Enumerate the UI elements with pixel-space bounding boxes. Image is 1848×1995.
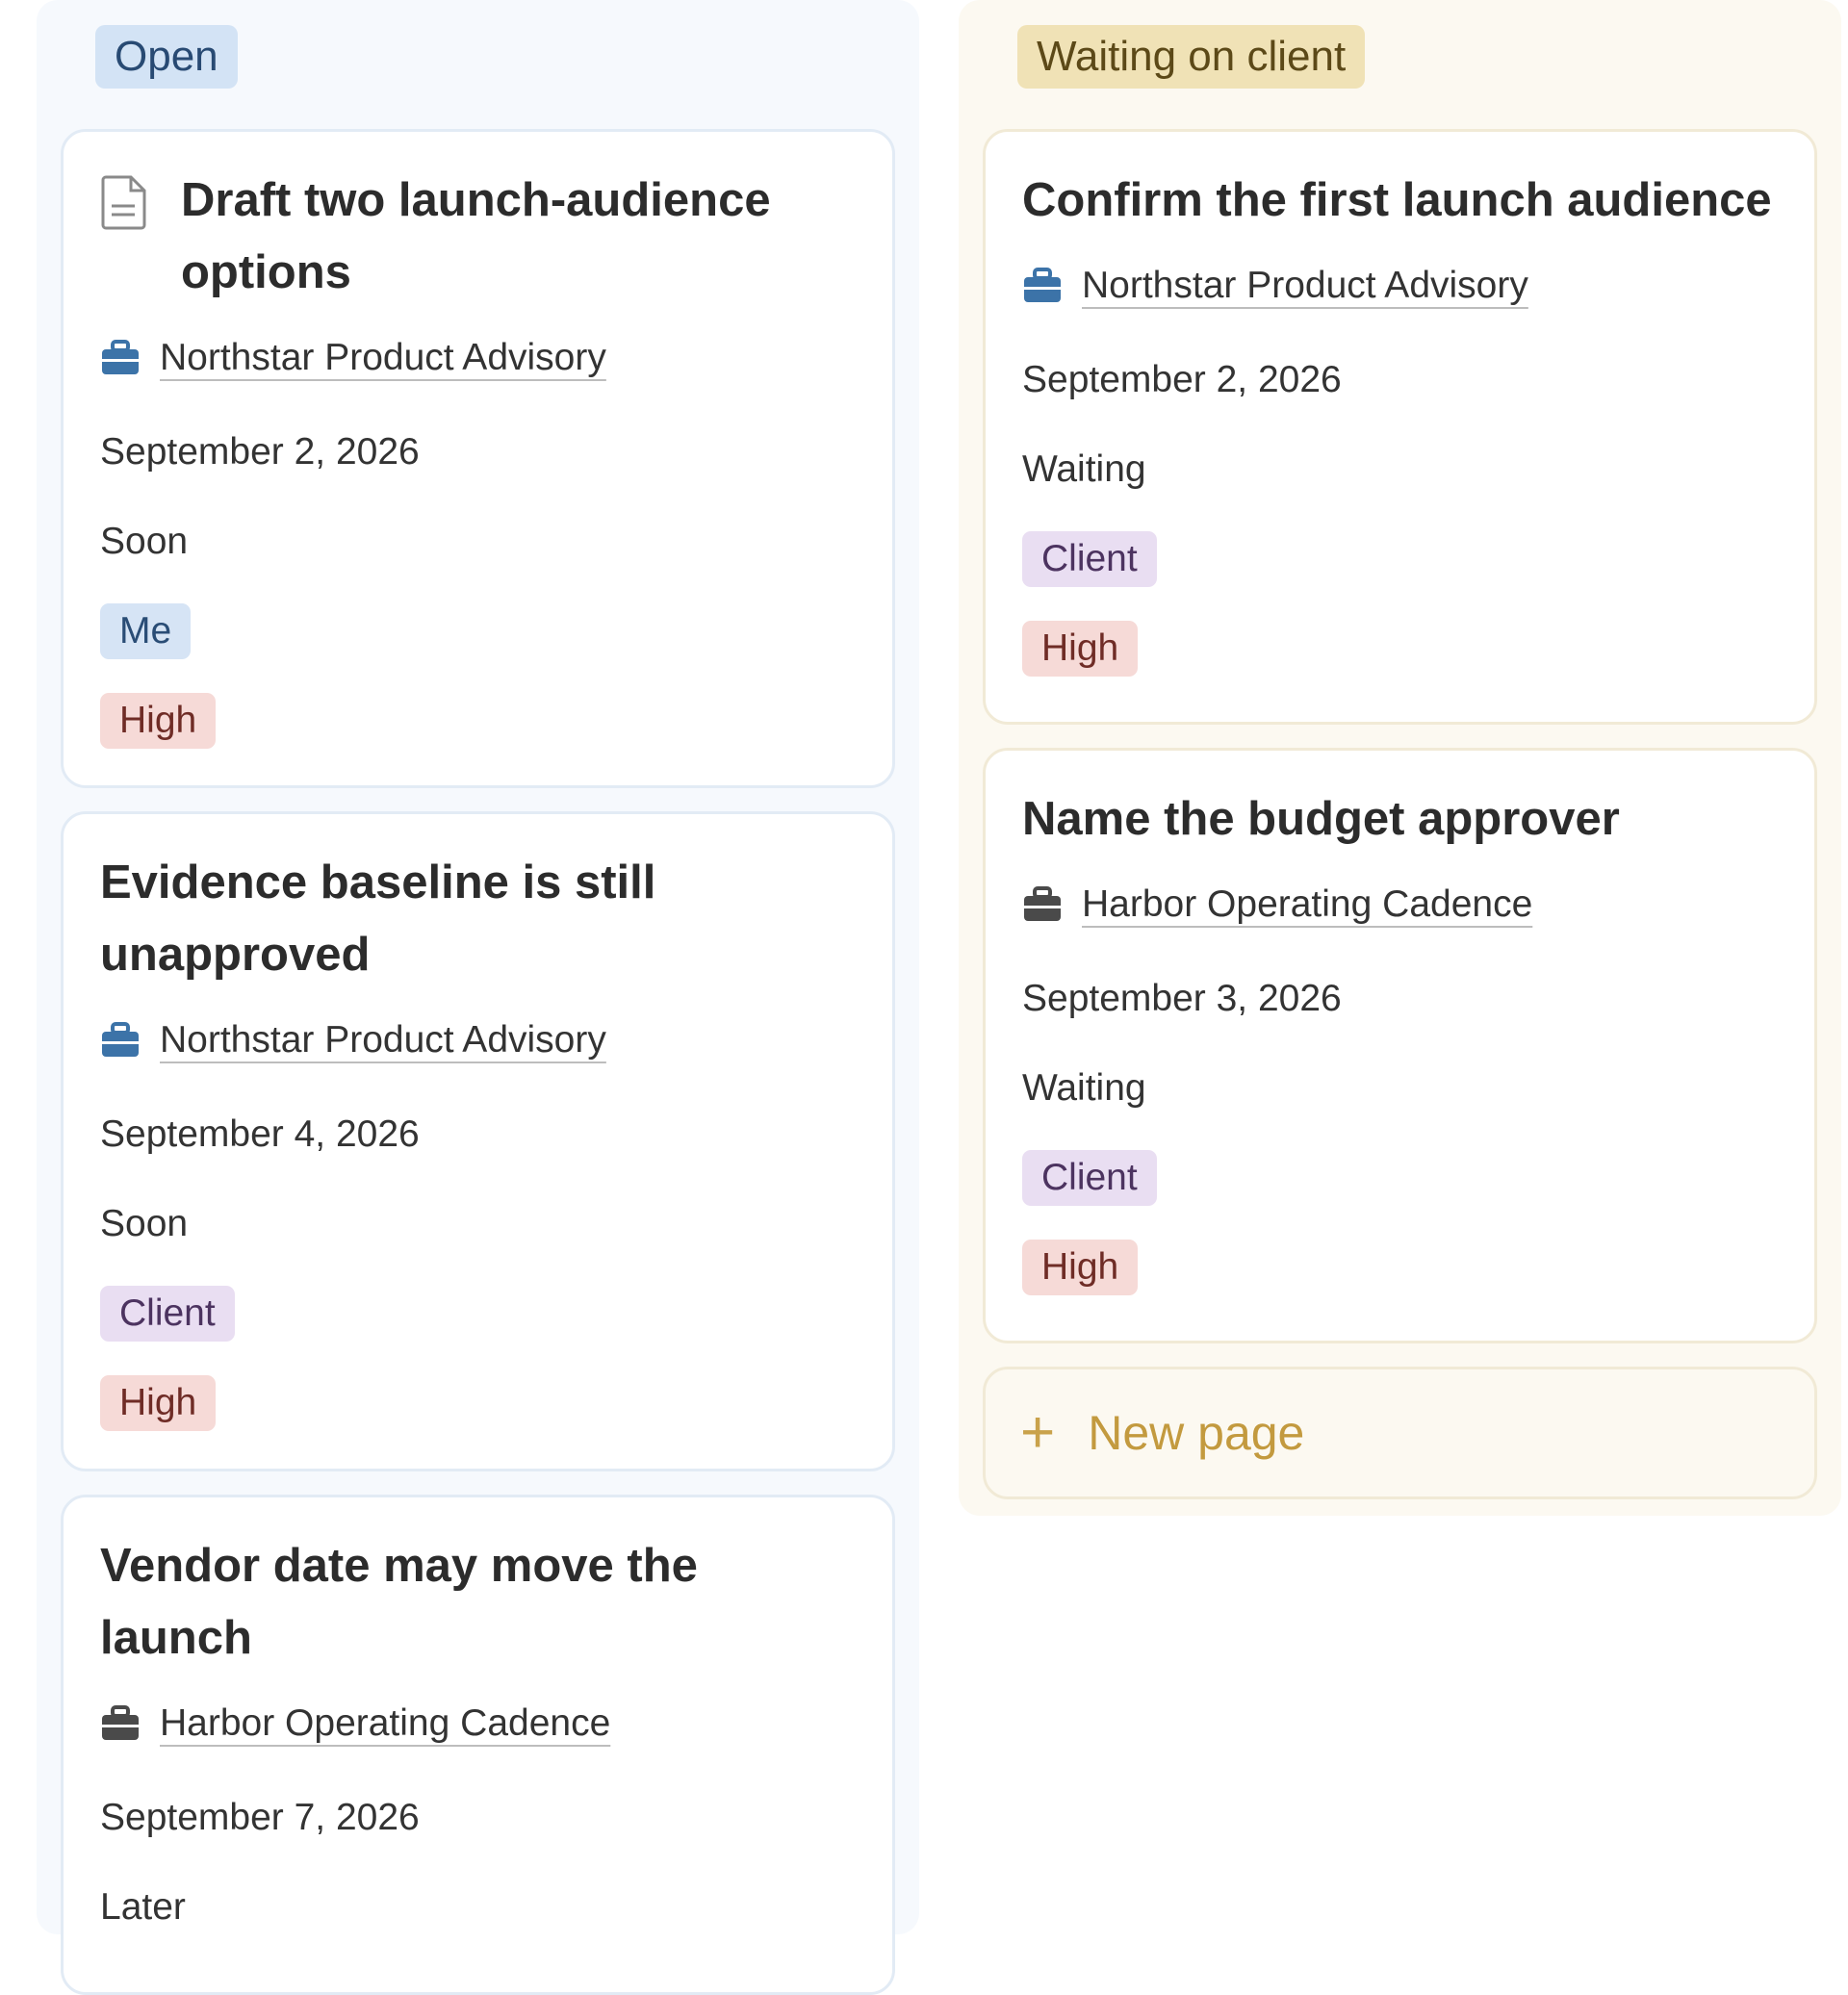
briefcase-icon bbox=[102, 340, 139, 374]
briefcase-icon bbox=[1024, 268, 1061, 302]
priority-tag: High bbox=[1022, 1239, 1139, 1295]
column-status-pill[interactable]: Waiting on client bbox=[1017, 25, 1366, 89]
column-waiting-on-client: Waiting on client Confirm the first laun… bbox=[959, 0, 1841, 1516]
card-title: Draft two launch-audience options bbox=[100, 165, 856, 309]
priority-row: High bbox=[100, 1358, 856, 1447]
card-date: September 2, 2026 bbox=[100, 430, 420, 473]
task-card[interactable]: Name the budget approver Harbor Operatin… bbox=[983, 748, 1817, 1343]
plus-icon: + bbox=[1020, 1399, 1056, 1466]
card-project[interactable]: Northstar Product Advisory bbox=[100, 991, 856, 1089]
owner-tag: Me bbox=[100, 602, 192, 659]
owner-tag: Client bbox=[1022, 530, 1157, 587]
owner-row: Client bbox=[1022, 1133, 1778, 1222]
card-date: September 3, 2026 bbox=[1022, 977, 1342, 1019]
new-page-label: New page bbox=[1088, 1406, 1305, 1460]
card-project[interactable]: Harbor Operating Cadence bbox=[100, 1675, 856, 1773]
card-timing: Later bbox=[100, 1885, 186, 1928]
card-title-text[interactable]: Evidence baseline is still unapproved bbox=[100, 847, 856, 991]
column-header-waiting: Waiting on client bbox=[983, 0, 1817, 129]
card-title: Vendor date may move the launch bbox=[100, 1530, 856, 1675]
task-card[interactable]: Evidence baseline is still unapproved No… bbox=[61, 811, 895, 1471]
project-link[interactable]: Northstar Product Advisory bbox=[160, 1019, 606, 1061]
card-timing: Soon bbox=[100, 1202, 189, 1244]
card-timing: Waiting bbox=[1022, 1066, 1146, 1109]
card-title-text[interactable]: Name the budget approver bbox=[1022, 783, 1620, 856]
card-date: September 2, 2026 bbox=[1022, 358, 1342, 400]
new-page-button[interactable]: + New page bbox=[983, 1367, 1817, 1499]
card-timing: Soon bbox=[100, 520, 189, 562]
owner-row: Me bbox=[100, 586, 856, 676]
task-card[interactable]: Confirm the first launch audience Norths… bbox=[983, 129, 1817, 725]
owner-tag: Client bbox=[1022, 1149, 1157, 1206]
card-date: September 4, 2026 bbox=[100, 1113, 420, 1155]
priority-row: High bbox=[1022, 603, 1778, 693]
card-title-text[interactable]: Draft two launch-audience options bbox=[181, 165, 856, 309]
card-title: Name the budget approver bbox=[1022, 783, 1778, 856]
card-project[interactable]: Northstar Product Advisory bbox=[100, 309, 856, 407]
card-project[interactable]: Harbor Operating Cadence bbox=[1022, 856, 1778, 954]
owner-tag: Client bbox=[100, 1285, 235, 1342]
column-status-pill[interactable]: Open bbox=[95, 25, 238, 89]
card-title: Confirm the first launch audience bbox=[1022, 165, 1778, 237]
project-link[interactable]: Northstar Product Advisory bbox=[160, 337, 606, 379]
briefcase-icon bbox=[1024, 886, 1061, 921]
card-title-text[interactable]: Vendor date may move the launch bbox=[100, 1530, 856, 1675]
document-icon bbox=[101, 175, 146, 230]
project-link[interactable]: Harbor Operating Cadence bbox=[160, 1702, 610, 1745]
task-card[interactable]: Draft two launch-audience options Norths… bbox=[61, 129, 895, 788]
priority-tag: High bbox=[1022, 620, 1139, 677]
card-date: September 7, 2026 bbox=[100, 1796, 420, 1838]
card-title-text[interactable]: Confirm the first launch audience bbox=[1022, 165, 1772, 237]
briefcase-icon bbox=[102, 1705, 139, 1740]
priority-row: High bbox=[100, 676, 856, 765]
priority-row: High bbox=[1022, 1222, 1778, 1312]
priority-tag: High bbox=[100, 1374, 217, 1431]
card-title: Evidence baseline is still unapproved bbox=[100, 847, 856, 991]
kanban-board: Open Draft two launch-audience options N… bbox=[0, 0, 1848, 1995]
briefcase-icon bbox=[102, 1022, 139, 1057]
project-link[interactable]: Harbor Operating Cadence bbox=[1082, 883, 1532, 926]
column-open: Open Draft two launch-audience options N… bbox=[37, 0, 919, 1995]
card-timing: Waiting bbox=[1022, 448, 1146, 490]
owner-row: Client bbox=[100, 1268, 856, 1358]
task-card[interactable]: Vendor date may move the launch Harbor O… bbox=[61, 1495, 895, 1995]
priority-tag: High bbox=[100, 692, 217, 749]
project-link[interactable]: Northstar Product Advisory bbox=[1082, 265, 1528, 307]
column-header-open: Open bbox=[61, 0, 895, 129]
card-project[interactable]: Northstar Product Advisory bbox=[1022, 237, 1778, 335]
owner-row: Client bbox=[1022, 514, 1778, 603]
